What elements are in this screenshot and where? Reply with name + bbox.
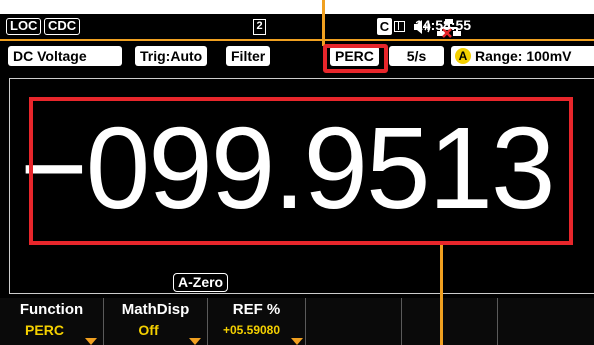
channel-indicator: 2: [253, 19, 266, 35]
callout-leader-top: [322, 0, 325, 46]
mode-row: DC Voltage Trig:Auto Filter PERC 5/s A R…: [0, 44, 594, 66]
softkey-ref-percent-value: +05.59080: [222, 323, 281, 337]
softkey-ref-percent-label: REF %: [232, 301, 281, 318]
trigger-indicator: Trig:Auto: [135, 46, 208, 66]
chevron-down-icon: [291, 338, 303, 345]
softkey-empty-5[interactable]: [402, 298, 498, 345]
auto-range-icon: A: [455, 48, 471, 64]
softkey-empty-6[interactable]: [498, 298, 594, 345]
chevron-down-icon: [85, 338, 97, 345]
softkey-bar: Function PERC MathDisp Off REF % +05.590…: [0, 298, 594, 345]
top-margin: [0, 0, 594, 14]
callout-reading-highlight: [29, 97, 573, 245]
status-bar: LOC CDC 2 C 14:58:55: [0, 15, 594, 38]
ce-icon: C: [377, 18, 407, 35]
softkey-function[interactable]: Function PERC: [0, 298, 104, 345]
softkey-mathdisp-value: Off: [138, 322, 159, 338]
status-divider: [0, 39, 594, 41]
clock: 14:58:55: [415, 17, 472, 33]
softkey-ref-percent[interactable]: REF % +05.59080: [208, 298, 306, 345]
softkey-empty-4[interactable]: [306, 298, 402, 345]
range-indicator: A Range: 100mV: [451, 46, 594, 66]
callout-perc-highlight: [323, 44, 388, 73]
chevron-down-icon: [189, 338, 201, 345]
cdc-indicator: CDC: [44, 18, 81, 35]
callout-leader-bottom: [440, 245, 443, 345]
function-indicator: DC Voltage: [8, 46, 122, 66]
loc-indicator: LOC: [6, 18, 42, 35]
filter-indicator: Filter: [226, 46, 271, 66]
softkey-mathdisp-label: MathDisp: [121, 301, 190, 318]
softkey-function-label: Function: [19, 301, 84, 318]
softkey-function-value: PERC: [25, 322, 64, 338]
softkey-mathdisp[interactable]: MathDisp Off: [104, 298, 208, 345]
rate-indicator: 5/s: [389, 46, 444, 66]
range-label: Range: 100mV: [475, 48, 572, 64]
azero-indicator: A-Zero: [173, 273, 229, 292]
